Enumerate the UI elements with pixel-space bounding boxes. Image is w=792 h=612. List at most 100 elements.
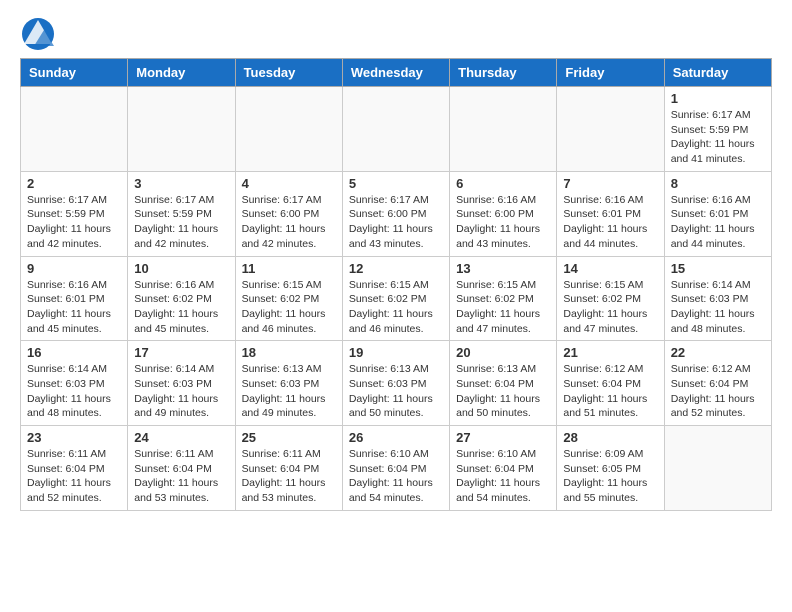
calendar-cell: 3 Sunrise: 6:17 AM Sunset: 5:59 PM Daylig… bbox=[128, 171, 235, 256]
day-info: Sunrise: 6:15 AM Sunset: 6:02 PM Dayligh… bbox=[349, 278, 443, 337]
day-info: Sunrise: 6:17 AM Sunset: 5:59 PM Dayligh… bbox=[671, 108, 765, 167]
calendar-header-tuesday: Tuesday bbox=[235, 59, 342, 87]
day-number: 16 bbox=[27, 345, 121, 360]
day-number: 28 bbox=[563, 430, 657, 445]
day-number: 15 bbox=[671, 261, 765, 276]
calendar-week-row: 16 Sunrise: 6:14 AM Sunset: 6:03 PM Dayli… bbox=[21, 341, 772, 426]
calendar-cell: 24 Sunrise: 6:11 AM Sunset: 6:04 PM Dayli… bbox=[128, 426, 235, 511]
calendar-cell bbox=[235, 87, 342, 172]
calendar-cell: 21 Sunrise: 6:12 AM Sunset: 6:04 PM Dayli… bbox=[557, 341, 664, 426]
day-number: 12 bbox=[349, 261, 443, 276]
calendar-week-row: 23Sunrise: 6:11 AM Sunset: 6:04 PM Dayli… bbox=[21, 426, 772, 511]
calendar-cell: 18Sunrise: 6:13 AM Sunset: 6:03 PM Dayli… bbox=[235, 341, 342, 426]
day-info: Sunrise: 6:16 AM Sunset: 6:02 PM Dayligh… bbox=[134, 278, 228, 337]
day-info: Sunrise: 6:10 AM Sunset: 6:04 PM Dayligh… bbox=[456, 447, 550, 506]
day-number: 5 bbox=[349, 176, 443, 191]
day-info: Sunrise: 6:14 AM Sunset: 6:03 PM Dayligh… bbox=[671, 278, 765, 337]
logo-icon bbox=[20, 16, 56, 52]
calendar-table: SundayMondayTuesdayWednesdayThursdayFrid… bbox=[20, 58, 772, 511]
calendar-cell: 12 Sunrise: 6:15 AM Sunset: 6:02 PM Dayli… bbox=[342, 256, 449, 341]
calendar-cell: 15 Sunrise: 6:14 AM Sunset: 6:03 PM Dayli… bbox=[664, 256, 771, 341]
calendar-cell bbox=[664, 426, 771, 511]
day-number: 25 bbox=[242, 430, 336, 445]
day-info: Sunrise: 6:14 AM Sunset: 6:03 PM Dayligh… bbox=[134, 362, 228, 421]
day-number: 3 bbox=[134, 176, 228, 191]
day-number: 9 bbox=[27, 261, 121, 276]
calendar-header-saturday: Saturday bbox=[664, 59, 771, 87]
calendar-cell bbox=[342, 87, 449, 172]
calendar-cell: 17 Sunrise: 6:14 AM Sunset: 6:03 PM Dayli… bbox=[128, 341, 235, 426]
calendar-header-monday: Monday bbox=[128, 59, 235, 87]
day-number: 1 bbox=[671, 91, 765, 106]
calendar-header-friday: Friday bbox=[557, 59, 664, 87]
day-number: 18 bbox=[242, 345, 336, 360]
calendar-header-thursday: Thursday bbox=[450, 59, 557, 87]
day-info: Sunrise: 6:11 AM Sunset: 6:04 PM Dayligh… bbox=[242, 447, 336, 506]
calendar-cell: 10 Sunrise: 6:16 AM Sunset: 6:02 PM Dayli… bbox=[128, 256, 235, 341]
calendar-header-wednesday: Wednesday bbox=[342, 59, 449, 87]
day-info: Sunrise: 6:10 AM Sunset: 6:04 PM Dayligh… bbox=[349, 447, 443, 506]
day-number: 7 bbox=[563, 176, 657, 191]
calendar-cell: 2 Sunrise: 6:17 AM Sunset: 5:59 PM Daylig… bbox=[21, 171, 128, 256]
day-number: 26 bbox=[349, 430, 443, 445]
day-info: Sunrise: 6:15 AM Sunset: 6:02 PM Dayligh… bbox=[456, 278, 550, 337]
day-info: Sunrise: 6:16 AM Sunset: 6:00 PM Dayligh… bbox=[456, 193, 550, 252]
day-info: Sunrise: 6:16 AM Sunset: 6:01 PM Dayligh… bbox=[671, 193, 765, 252]
day-info: Sunrise: 6:11 AM Sunset: 6:04 PM Dayligh… bbox=[27, 447, 121, 506]
day-info: Sunrise: 6:12 AM Sunset: 6:04 PM Dayligh… bbox=[671, 362, 765, 421]
calendar-cell: 6 Sunrise: 6:16 AM Sunset: 6:00 PM Daylig… bbox=[450, 171, 557, 256]
day-number: 8 bbox=[671, 176, 765, 191]
day-number: 22 bbox=[671, 345, 765, 360]
day-number: 6 bbox=[456, 176, 550, 191]
calendar-cell: 13 Sunrise: 6:15 AM Sunset: 6:02 PM Dayli… bbox=[450, 256, 557, 341]
calendar-cell: 22 Sunrise: 6:12 AM Sunset: 6:04 PM Dayli… bbox=[664, 341, 771, 426]
calendar-cell: 27 Sunrise: 6:10 AM Sunset: 6:04 PM Dayli… bbox=[450, 426, 557, 511]
calendar-cell: 26 Sunrise: 6:10 AM Sunset: 6:04 PM Dayli… bbox=[342, 426, 449, 511]
header bbox=[20, 16, 772, 52]
day-number: 14 bbox=[563, 261, 657, 276]
day-number: 19 bbox=[349, 345, 443, 360]
day-info: Sunrise: 6:09 AM Sunset: 6:05 PM Dayligh… bbox=[563, 447, 657, 506]
calendar-cell: 1 Sunrise: 6:17 AM Sunset: 5:59 PM Daylig… bbox=[664, 87, 771, 172]
calendar-header-sunday: Sunday bbox=[21, 59, 128, 87]
day-number: 24 bbox=[134, 430, 228, 445]
calendar-cell: 8 Sunrise: 6:16 AM Sunset: 6:01 PM Daylig… bbox=[664, 171, 771, 256]
calendar-cell bbox=[21, 87, 128, 172]
day-number: 2 bbox=[27, 176, 121, 191]
calendar-cell: 23Sunrise: 6:11 AM Sunset: 6:04 PM Dayli… bbox=[21, 426, 128, 511]
calendar-cell: 19 Sunrise: 6:13 AM Sunset: 6:03 PM Dayli… bbox=[342, 341, 449, 426]
calendar-cell: 7 Sunrise: 6:16 AM Sunset: 6:01 PM Daylig… bbox=[557, 171, 664, 256]
day-info: Sunrise: 6:16 AM Sunset: 6:01 PM Dayligh… bbox=[563, 193, 657, 252]
day-number: 10 bbox=[134, 261, 228, 276]
calendar-cell: 25 Sunrise: 6:11 AM Sunset: 6:04 PM Dayli… bbox=[235, 426, 342, 511]
calendar-cell bbox=[450, 87, 557, 172]
day-number: 21 bbox=[563, 345, 657, 360]
day-info: Sunrise: 6:13 AM Sunset: 6:03 PM Dayligh… bbox=[349, 362, 443, 421]
day-info: Sunrise: 6:16 AM Sunset: 6:01 PM Dayligh… bbox=[27, 278, 121, 337]
calendar-cell: 28 Sunrise: 6:09 AM Sunset: 6:05 PM Dayli… bbox=[557, 426, 664, 511]
day-info: Sunrise: 6:15 AM Sunset: 6:02 PM Dayligh… bbox=[242, 278, 336, 337]
day-info: Sunrise: 6:17 AM Sunset: 6:00 PM Dayligh… bbox=[242, 193, 336, 252]
calendar-cell: 11Sunrise: 6:15 AM Sunset: 6:02 PM Dayli… bbox=[235, 256, 342, 341]
calendar-header-row: SundayMondayTuesdayWednesdayThursdayFrid… bbox=[21, 59, 772, 87]
calendar-cell: 14 Sunrise: 6:15 AM Sunset: 6:02 PM Dayli… bbox=[557, 256, 664, 341]
day-number: 13 bbox=[456, 261, 550, 276]
day-info: Sunrise: 6:13 AM Sunset: 6:04 PM Dayligh… bbox=[456, 362, 550, 421]
calendar-week-row: 2 Sunrise: 6:17 AM Sunset: 5:59 PM Daylig… bbox=[21, 171, 772, 256]
day-info: Sunrise: 6:17 AM Sunset: 5:59 PM Dayligh… bbox=[134, 193, 228, 252]
day-number: 17 bbox=[134, 345, 228, 360]
day-number: 27 bbox=[456, 430, 550, 445]
day-info: Sunrise: 6:15 AM Sunset: 6:02 PM Dayligh… bbox=[563, 278, 657, 337]
day-info: Sunrise: 6:12 AM Sunset: 6:04 PM Dayligh… bbox=[563, 362, 657, 421]
day-info: Sunrise: 6:17 AM Sunset: 5:59 PM Dayligh… bbox=[27, 193, 121, 252]
calendar-week-row: 9 Sunrise: 6:16 AM Sunset: 6:01 PM Daylig… bbox=[21, 256, 772, 341]
day-number: 4 bbox=[242, 176, 336, 191]
day-number: 20 bbox=[456, 345, 550, 360]
calendar-cell: 9 Sunrise: 6:16 AM Sunset: 6:01 PM Daylig… bbox=[21, 256, 128, 341]
day-info: Sunrise: 6:14 AM Sunset: 6:03 PM Dayligh… bbox=[27, 362, 121, 421]
calendar-cell: 20 Sunrise: 6:13 AM Sunset: 6:04 PM Dayli… bbox=[450, 341, 557, 426]
logo bbox=[20, 16, 58, 52]
day-info: Sunrise: 6:11 AM Sunset: 6:04 PM Dayligh… bbox=[134, 447, 228, 506]
day-info: Sunrise: 6:17 AM Sunset: 6:00 PM Dayligh… bbox=[349, 193, 443, 252]
calendar-cell: 16 Sunrise: 6:14 AM Sunset: 6:03 PM Dayli… bbox=[21, 341, 128, 426]
